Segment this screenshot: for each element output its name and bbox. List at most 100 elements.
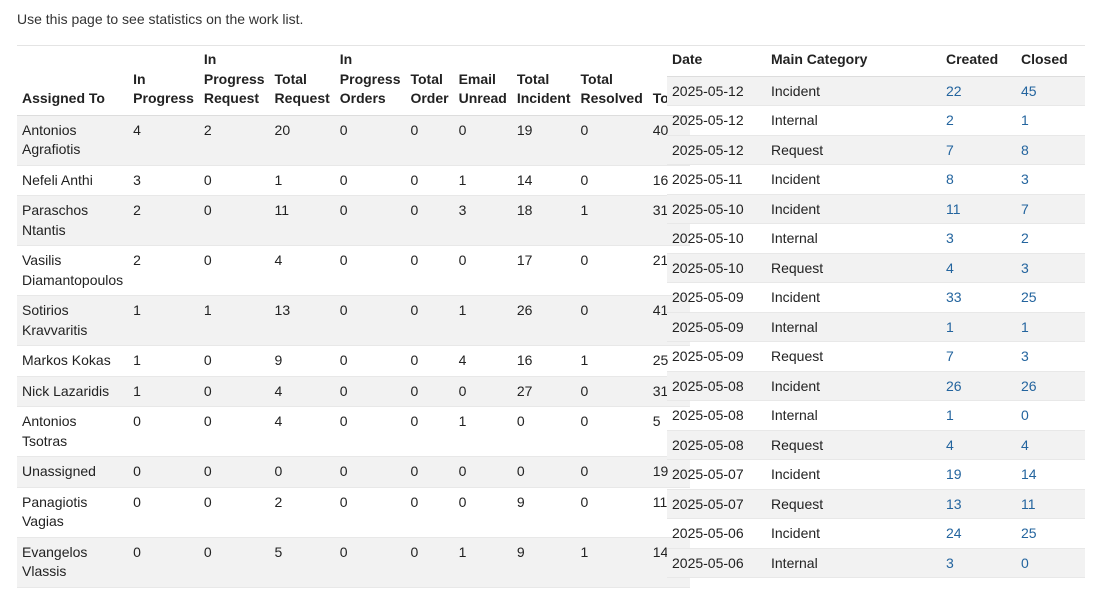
closed-count-link[interactable]: 3 <box>1021 171 1029 187</box>
created-count-link[interactable]: 11 <box>946 201 961 217</box>
cell-in-progress: 1 <box>128 345 199 377</box>
created-count-link[interactable]: 7 <box>946 348 954 364</box>
cell-in-progress-request: 0 <box>198 345 270 377</box>
created-count-link[interactable]: 26 <box>946 378 962 394</box>
cell-in-progress-request: 0 <box>198 537 270 588</box>
table-row: 2025-05-06 Internal 3 0 <box>667 548 1085 578</box>
daily-stats-table: Date Main Category Created Closed 2025-0… <box>667 45 1085 578</box>
closed-count-link[interactable]: 3 <box>1021 260 1029 276</box>
created-count-link[interactable]: 1 <box>946 319 954 335</box>
cell-date: 2025-05-12 <box>667 76 766 106</box>
cell-in-progress-orders: 0 <box>334 195 406 246</box>
cell-total-request: 13 <box>269 295 335 346</box>
cell-created: 4 <box>941 253 1016 283</box>
cell-in-progress-orders: 0 <box>334 406 406 457</box>
closed-count-link[interactable]: 26 <box>1021 378 1037 394</box>
created-count-link[interactable]: 3 <box>946 230 954 246</box>
cell-total-request: 20 <box>269 115 335 166</box>
cell-assignee-name: Unassigned <box>17 456 129 488</box>
cell-total-request: 11 <box>269 195 335 246</box>
cell-date: 2025-05-10 <box>667 253 766 283</box>
cell-main-category: Incident <box>766 164 941 195</box>
cell-main-category: Internal <box>766 312 941 342</box>
cell-in-progress-orders: 0 <box>334 165 406 196</box>
cell-in-progress: 0 <box>128 487 199 538</box>
header-date: Date <box>667 45 766 77</box>
table-row: Antonios Tsotras 0 0 4 0 0 1 0 0 5 <box>17 406 691 457</box>
table-row: 2025-05-09 Request 7 3 <box>667 341 1085 372</box>
closed-count-link[interactable]: 1 <box>1021 112 1029 128</box>
header-closed: Closed <box>1016 45 1085 77</box>
created-count-link[interactable]: 1 <box>946 407 954 423</box>
created-count-link[interactable]: 3 <box>946 555 954 571</box>
created-count-link[interactable]: 33 <box>946 289 962 305</box>
header-in-progress-request: In Progress Request <box>198 45 270 116</box>
table-row: 2025-05-08 Request 4 4 <box>667 430 1085 460</box>
cell-closed: 8 <box>1016 135 1085 165</box>
closed-count-link[interactable]: 7 <box>1021 201 1029 217</box>
cell-closed: 3 <box>1016 341 1085 372</box>
cell-closed: 1 <box>1016 105 1085 136</box>
assignee-stats-table: Assigned To In Progress In Progress Requ… <box>17 45 691 588</box>
cell-date: 2025-05-10 <box>667 223 766 254</box>
cell-total-resolved: 0 <box>575 245 648 296</box>
cell-closed: 25 <box>1016 282 1085 313</box>
cell-date: 2025-05-06 <box>667 518 766 549</box>
cell-date: 2025-05-12 <box>667 105 766 136</box>
cell-in-progress-request: 0 <box>198 456 270 488</box>
header-email-unread: Email Unread <box>453 45 512 116</box>
closed-count-link[interactable]: 3 <box>1021 348 1029 364</box>
closed-count-link[interactable]: 4 <box>1021 437 1029 453</box>
cell-total-order: 0 <box>405 195 454 246</box>
created-count-link[interactable]: 4 <box>946 437 954 453</box>
cell-assignee-name: Vasilis Diamantopoulos <box>17 245 129 296</box>
cell-main-category: Request <box>766 489 941 519</box>
closed-count-link[interactable]: 0 <box>1021 407 1029 423</box>
cell-email-unread: 0 <box>453 115 512 166</box>
cell-main-category: Incident <box>766 76 941 106</box>
closed-count-link[interactable]: 45 <box>1021 83 1037 99</box>
table-row: 2025-05-06 Incident 24 25 <box>667 518 1085 549</box>
cell-created: 7 <box>941 135 1016 165</box>
assignee-table-header-row: Assigned To In Progress In Progress Requ… <box>17 45 691 116</box>
created-count-link[interactable]: 13 <box>946 496 962 512</box>
closed-count-link[interactable]: 25 <box>1021 525 1037 541</box>
cell-email-unread: 0 <box>453 245 512 296</box>
header-total-request: Total Request <box>269 45 335 116</box>
cell-total-request: 4 <box>269 245 335 296</box>
closed-count-link[interactable]: 0 <box>1021 555 1029 571</box>
created-count-link[interactable]: 7 <box>946 142 954 158</box>
cell-date: 2025-05-09 <box>667 341 766 372</box>
table-row: Paraschos Ntantis 2 0 11 0 0 3 18 1 31 <box>17 195 691 246</box>
closed-count-link[interactable]: 25 <box>1021 289 1037 305</box>
table-row: Unassigned 0 0 0 0 0 0 0 0 19 <box>17 456 691 488</box>
header-created: Created <box>941 45 1016 77</box>
created-count-link[interactable]: 19 <box>946 466 962 482</box>
cell-closed: 26 <box>1016 371 1085 401</box>
closed-count-link[interactable]: 11 <box>1021 496 1036 512</box>
cell-date: 2025-05-12 <box>667 135 766 165</box>
table-row: 2025-05-09 Internal 1 1 <box>667 312 1085 342</box>
table-row: Sotirios Kravvaritis 1 1 13 0 0 1 26 0 41 <box>17 295 691 346</box>
table-row: 2025-05-10 Request 4 3 <box>667 253 1085 283</box>
closed-count-link[interactable]: 2 <box>1021 230 1029 246</box>
cell-total-resolved: 0 <box>575 115 648 166</box>
cell-date: 2025-05-10 <box>667 194 766 224</box>
created-count-link[interactable]: 4 <box>946 260 954 276</box>
cell-in-progress-orders: 0 <box>334 245 406 296</box>
created-count-link[interactable]: 22 <box>946 83 962 99</box>
cell-in-progress-orders: 0 <box>334 537 406 588</box>
cell-main-category: Internal <box>766 105 941 136</box>
cell-total-order: 0 <box>405 115 454 166</box>
cell-closed: 0 <box>1016 548 1085 578</box>
cell-total-resolved: 1 <box>575 537 648 588</box>
cell-created: 7 <box>941 341 1016 372</box>
created-count-link[interactable]: 2 <box>946 112 954 128</box>
closed-count-link[interactable]: 14 <box>1021 466 1037 482</box>
created-count-link[interactable]: 24 <box>946 525 962 541</box>
closed-count-link[interactable]: 1 <box>1021 319 1029 335</box>
created-count-link[interactable]: 8 <box>946 171 954 187</box>
cell-created: 26 <box>941 371 1016 401</box>
cell-main-category: Incident <box>766 371 941 401</box>
closed-count-link[interactable]: 8 <box>1021 142 1029 158</box>
